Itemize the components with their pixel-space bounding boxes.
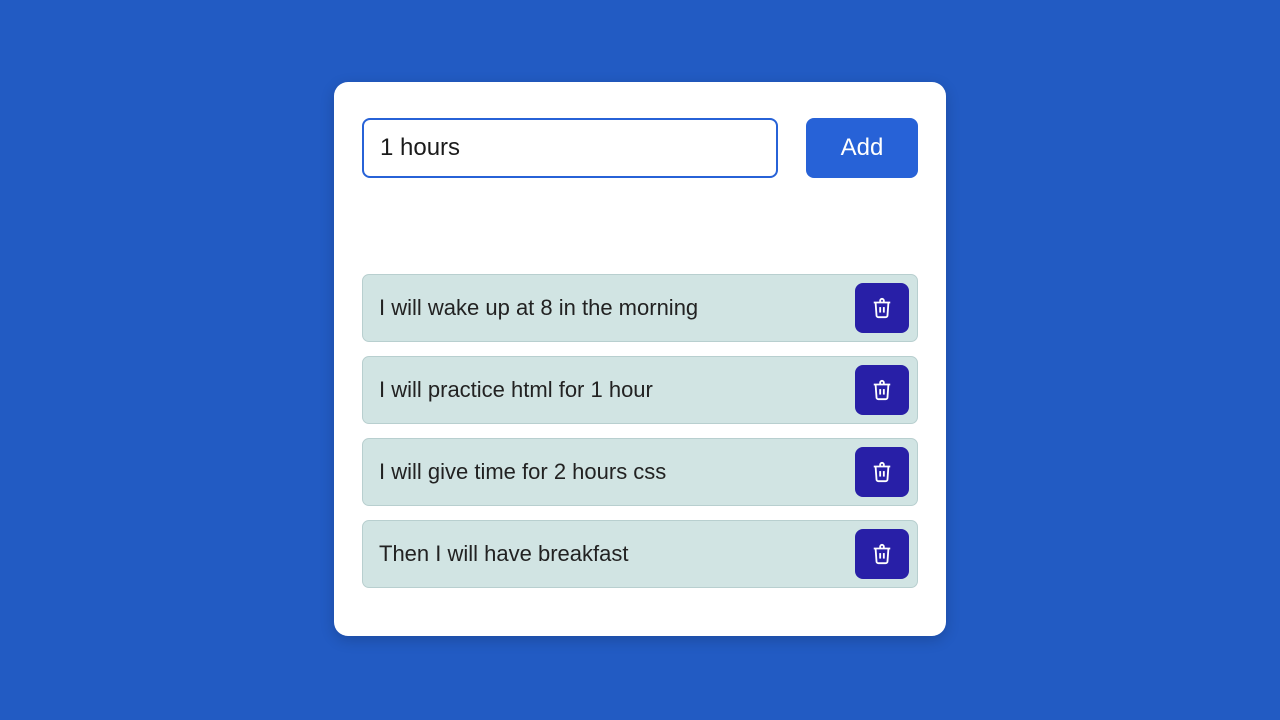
todo-list: I will wake up at 8 in the morning I wil… [362, 274, 918, 588]
todo-text: Then I will have breakfast [379, 541, 628, 567]
delete-button[interactable] [855, 365, 909, 415]
trash-icon [871, 297, 893, 319]
input-row: Add [362, 118, 918, 178]
delete-button[interactable] [855, 529, 909, 579]
task-input[interactable] [362, 118, 778, 178]
trash-icon [871, 543, 893, 565]
trash-icon [871, 379, 893, 401]
todo-item: Then I will have breakfast [362, 520, 918, 588]
todo-card: Add I will wake up at 8 in the morning I… [334, 82, 946, 636]
trash-icon [871, 461, 893, 483]
delete-button[interactable] [855, 447, 909, 497]
delete-button[interactable] [855, 283, 909, 333]
todo-text: I will wake up at 8 in the morning [379, 295, 698, 321]
todo-item: I will wake up at 8 in the morning [362, 274, 918, 342]
todo-item: I will give time for 2 hours css [362, 438, 918, 506]
todo-item: I will practice html for 1 hour [362, 356, 918, 424]
todo-text: I will practice html for 1 hour [379, 377, 653, 403]
todo-text: I will give time for 2 hours css [379, 459, 666, 485]
add-button[interactable]: Add [806, 118, 918, 178]
